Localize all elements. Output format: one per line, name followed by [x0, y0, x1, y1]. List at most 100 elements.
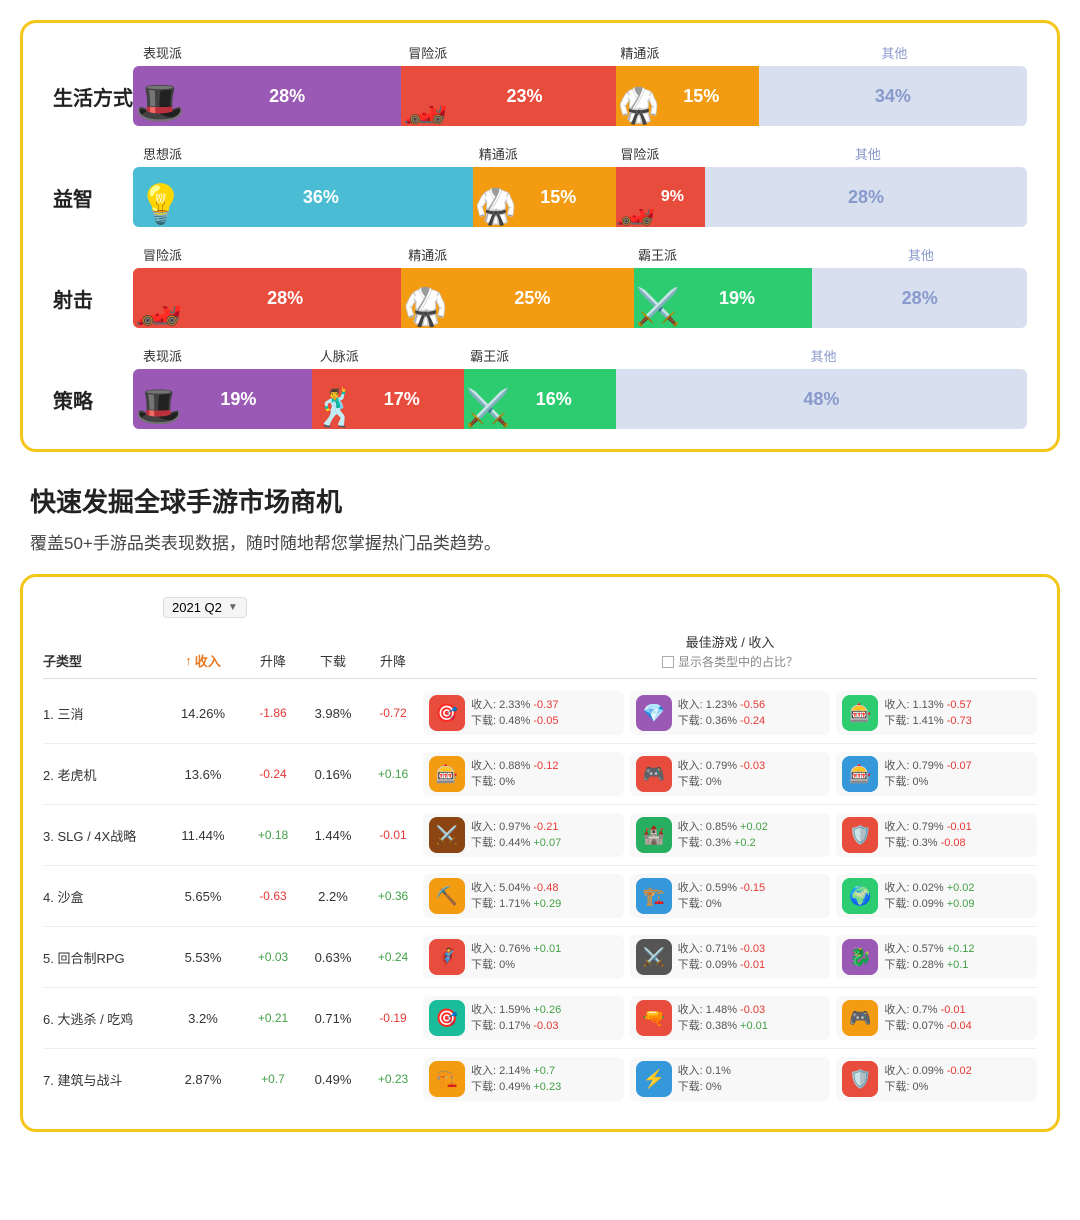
- game-item: 🐉 收入: 0.57% +0.12下载: 0.28% +0.1: [836, 935, 1037, 979]
- table-row: 3. SLG / 4X战略 11.44% +0.18 1.44% -0.01 ⚔…: [43, 805, 1037, 866]
- game-item: 🎰 收入: 0.79% -0.07下载: 0%: [836, 752, 1037, 796]
- table-row: 7. 建筑与战斗 2.87% +0.7 0.49% +0.23 🏗️ 收入: 2…: [43, 1049, 1037, 1109]
- game-stats: 收入: 0.71% -0.03下载: 0.09% -0.01: [678, 941, 765, 974]
- pct-shoot-1: 28%: [267, 288, 303, 309]
- game-stats: 收入: 5.04% -0.48下载: 1.71% +0.29: [471, 880, 561, 913]
- games-container: 🦸 收入: 0.76% +0.01下载: 0% ⚔️ 收入: 0.71% -0.…: [423, 935, 1037, 979]
- game-item: 🌍 收入: 0.02% +0.02下载: 0.09% +0.09: [836, 874, 1037, 918]
- section-heading: 快速发掘全球手游市场商机: [30, 482, 1050, 519]
- label-shoot-other: 其他: [815, 245, 1027, 264]
- label-puzzle-2: 精通派: [479, 144, 620, 163]
- game-item: 🛡️ 收入: 0.09% -0.02下载: 0%: [836, 1057, 1037, 1101]
- header-subtype: 子类型: [43, 651, 163, 670]
- label-strat-1: 表现派: [143, 346, 320, 365]
- game-stats: 收入: 0.09% -0.02下载: 0%: [884, 1063, 971, 1096]
- label-strat-2: 人脉派: [320, 346, 470, 365]
- game-stats: 收入: 0.85% +0.02下载: 0.3% +0.2: [678, 819, 768, 852]
- game-item: 🎮 收入: 0.7% -0.01下载: 0.07% -0.04: [836, 996, 1037, 1040]
- pct-strat-other: 48%: [803, 389, 839, 410]
- pct-shoot-other: 28%: [902, 288, 938, 309]
- genre-name-puzzle: 益智: [53, 183, 133, 212]
- table-row: 5. 回合制RPG 5.53% +0.03 0.63% +0.24 🦸 收入: …: [43, 927, 1037, 988]
- header-rev-change: 升降: [243, 651, 303, 670]
- cell-dl-change: -0.72: [363, 706, 423, 720]
- game-stats: 收入: 0.88% -0.12下载: 0%: [471, 758, 558, 791]
- genre-row-lifestyle: 表现派 冒险派 精通派 其他 生活方式 🎩 28% 🏎️ 23% 🥋 15%: [53, 43, 1027, 126]
- game-stats: 收入: 0.79% -0.01下载: 0.3% -0.08: [884, 819, 971, 852]
- header-revenue: ↑ 收入: [163, 651, 243, 670]
- game-item: ⚔️ 收入: 0.71% -0.03下载: 0.09% -0.01: [630, 935, 831, 979]
- genre-name-shooting: 射击: [53, 284, 133, 313]
- game-stats: 收入: 0.57% +0.12下载: 0.28% +0.1: [884, 941, 974, 974]
- cell-rev-change: -0.24: [243, 767, 303, 781]
- label-puzzle-1: 思想派: [143, 144, 479, 163]
- genre-row-strategy: 表现派 人脉派 霸王派 其他 策略 🎩 19% 🕺 17% ⚔️ 16%: [53, 346, 1027, 429]
- label-lifestyle-3: 精通派: [620, 43, 761, 62]
- cell-revenue: 14.26%: [163, 706, 243, 721]
- game-stats: 收入: 2.14% +0.7下载: 0.49% +0.23: [471, 1063, 561, 1096]
- genre-row-puzzle: 思想派 精通派 冒险派 其他 益智 💡 36% 🥋 15% 🏎️ 9%: [53, 144, 1027, 227]
- pct-lifestyle-3: 15%: [683, 86, 719, 107]
- cell-subtype: 7. 建筑与战斗: [43, 1070, 163, 1089]
- games-container: 🎯 收入: 1.59% +0.26下载: 0.17% -0.03 🔫 收入: 1…: [423, 996, 1037, 1040]
- cell-rev-change: +0.21: [243, 1011, 303, 1025]
- game-stats: 收入: 0.02% +0.02下载: 0.09% +0.09: [884, 880, 974, 913]
- cell-download: 3.98%: [303, 706, 363, 721]
- label-shoot-2: 精通派: [408, 245, 638, 264]
- top-genre-card: 表现派 冒险派 精通派 其他 生活方式 🎩 28% 🏎️ 23% 🥋 15%: [20, 20, 1060, 452]
- cell-dl-change: +0.24: [363, 950, 423, 964]
- share-checkbox[interactable]: [662, 656, 674, 668]
- game-stats: 收入: 0.79% -0.03下载: 0%: [678, 758, 765, 791]
- pct-lifestyle-2: 23%: [506, 86, 542, 107]
- label-strat-other: 其他: [620, 346, 1027, 365]
- game-item: 💎 收入: 1.23% -0.56下载: 0.36% -0.24: [630, 691, 831, 735]
- pct-shoot-3: 19%: [719, 288, 755, 309]
- header-download: 下载: [303, 651, 363, 670]
- game-item: 🏗️ 收入: 2.14% +0.7下载: 0.49% +0.23: [423, 1057, 624, 1101]
- cell-revenue: 3.2%: [163, 1011, 243, 1026]
- cell-subtype: 6. 大逃杀 / 吃鸡: [43, 1009, 163, 1028]
- quarter-label: 2021 Q2: [172, 600, 222, 615]
- revenue-icon: ↑: [185, 653, 192, 668]
- cell-download: 2.2%: [303, 889, 363, 904]
- label-lifestyle-1: 表现派: [143, 43, 408, 62]
- game-stats: 收入: 0.97% -0.21下载: 0.44% +0.07: [471, 819, 561, 852]
- cell-revenue: 11.44%: [163, 828, 243, 843]
- games-container: 🎰 收入: 0.88% -0.12下载: 0% 🎮 收入: 0.79% -0.0…: [423, 752, 1037, 796]
- game-item: 🏗️ 收入: 0.59% -0.15下载: 0%: [630, 874, 831, 918]
- quarter-selector[interactable]: 2021 Q2 ▼: [163, 597, 247, 618]
- cell-dl-change: -0.19: [363, 1011, 423, 1025]
- game-stats: 收入: 1.59% +0.26下载: 0.17% -0.03: [471, 1002, 561, 1035]
- pct-lifestyle-other: 34%: [875, 86, 911, 107]
- game-item: 🎰 收入: 0.88% -0.12下载: 0%: [423, 752, 624, 796]
- game-stats: 收入: 0.59% -0.15下载: 0%: [678, 880, 765, 913]
- header-dl-change: 升降: [363, 651, 423, 670]
- genre-name-strategy: 策略: [53, 385, 133, 414]
- game-stats: 收入: 0.79% -0.07下载: 0%: [884, 758, 971, 791]
- cell-subtype: 1. 三消: [43, 704, 163, 723]
- game-stats: 收入: 1.13% -0.57下载: 1.41% -0.73: [884, 697, 971, 730]
- pct-puzzle-other: 28%: [848, 187, 884, 208]
- games-container: ⛏️ 收入: 5.04% -0.48下载: 1.71% +0.29 🏗️ 收入:…: [423, 874, 1037, 918]
- game-item: 🦸 收入: 0.76% +0.01下载: 0%: [423, 935, 624, 979]
- cell-revenue: 5.65%: [163, 889, 243, 904]
- cell-dl-change: -0.01: [363, 828, 423, 842]
- game-stats: 收入: 1.48% -0.03下载: 0.38% +0.01: [678, 1002, 768, 1035]
- cell-rev-change: -0.63: [243, 889, 303, 903]
- cell-revenue: 2.87%: [163, 1072, 243, 1087]
- games-container: 🎯 收入: 2.33% -0.37下载: 0.48% -0.05 💎 收入: 1…: [423, 691, 1037, 735]
- table-row: 4. 沙盒 5.65% -0.63 2.2% +0.36 ⛏️ 收入: 5.04…: [43, 866, 1037, 927]
- label-lifestyle-2: 冒险派: [408, 43, 620, 62]
- cell-dl-change: +0.16: [363, 767, 423, 781]
- game-stats: 收入: 0.7% -0.01下载: 0.07% -0.04: [884, 1002, 971, 1035]
- bottom-table-card: 2021 Q2 ▼ 子类型 ↑ 收入 升降 下载 升降 最佳游戏 / 收入 显示…: [20, 574, 1060, 1132]
- genre-name-lifestyle: 生活方式: [53, 82, 133, 111]
- cell-rev-change: +0.03: [243, 950, 303, 964]
- pct-strat-3: 16%: [536, 389, 572, 410]
- section-subtext: 覆盖50+手游品类表现数据，随时随地帮您掌握热门品类趋势。: [30, 529, 1050, 554]
- cell-subtype: 4. 沙盒: [43, 887, 163, 906]
- label-puzzle-other: 其他: [709, 144, 1027, 163]
- header-best-game: 最佳游戏 / 收入 显示各类型中的占比？: [423, 632, 1037, 670]
- label-shoot-3: 霸王派: [638, 245, 815, 264]
- cell-download: 0.49%: [303, 1072, 363, 1087]
